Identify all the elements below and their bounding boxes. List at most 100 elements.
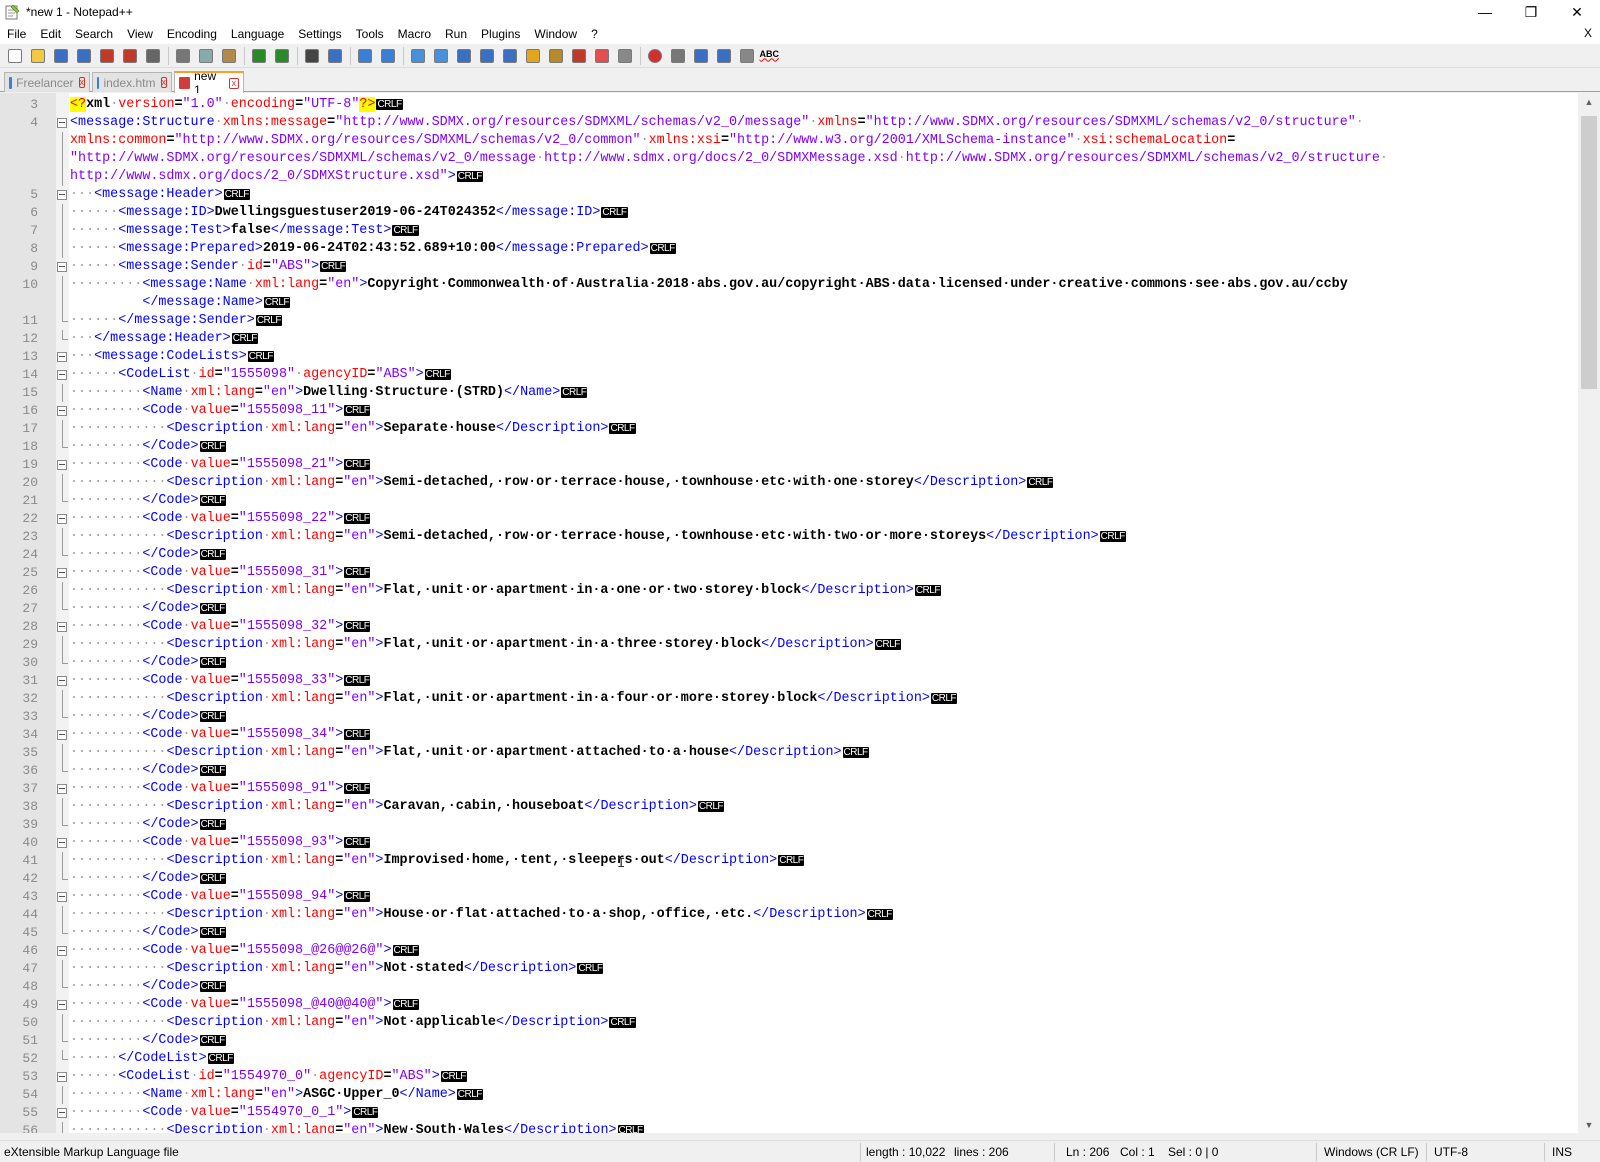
line-number: 34 <box>22 727 38 742</box>
menu-language[interactable]: Language <box>224 27 291 41</box>
paste-button[interactable] <box>218 45 239 66</box>
menu-edit[interactable]: Edit <box>33 27 68 41</box>
save-all-button[interactable] <box>73 45 94 66</box>
doc-map-button[interactable] <box>545 45 566 66</box>
token: ············ <box>70 421 167 436</box>
fold-end-marker <box>62 1032 68 1042</box>
token: Flat,·unit·or·apartment·in·a·three·store… <box>383 637 762 652</box>
line-text: ·········</Code> CRLF <box>70 438 226 456</box>
eol-marker: CRLF <box>344 513 371 524</box>
fold-toggle-icon[interactable] <box>57 118 67 128</box>
save-macro-button[interactable] <box>736 45 757 66</box>
word-wrap-button[interactable] <box>453 45 474 66</box>
menu-help[interactable]: ? <box>584 27 605 41</box>
menu-run[interactable]: Run <box>438 27 474 41</box>
maximize-button[interactable]: ❐ <box>1508 0 1554 24</box>
scrollbar-thumb[interactable] <box>1581 116 1597 389</box>
vertical-scrollbar[interactable]: ▲ ▼ <box>1578 93 1600 1133</box>
fold-toggle-icon[interactable] <box>57 190 67 200</box>
fold-toggle-icon[interactable] <box>57 1000 67 1010</box>
find-button[interactable] <box>301 45 322 66</box>
fold-toggle-icon[interactable] <box>57 406 67 416</box>
scroll-down-icon[interactable]: ▼ <box>1578 1116 1600 1133</box>
saved-file-icon <box>9 76 13 89</box>
folder-workspace-button[interactable] <box>591 45 612 66</box>
tab-close-icon[interactable]: x <box>78 77 85 88</box>
fold-toggle-icon[interactable] <box>57 1072 67 1082</box>
save-button[interactable] <box>50 45 71 66</box>
sync-horizontal-button[interactable] <box>430 45 451 66</box>
menu-encoding[interactable]: Encoding <box>160 27 224 41</box>
monitoring-button[interactable] <box>614 45 635 66</box>
open-file-button[interactable] <box>27 45 48 66</box>
menu-search[interactable]: Search <box>68 27 120 41</box>
fold-toggle-icon[interactable] <box>57 1108 67 1118</box>
zoom-out-button[interactable] <box>377 45 398 66</box>
menu-view[interactable]: View <box>120 27 160 41</box>
code-editor[interactable]: 3 <?xml·version="1.0"·encoding="UTF-8"?> C… <box>0 93 1600 1133</box>
cut-button[interactable] <box>172 45 193 66</box>
function-list-button[interactable] <box>568 45 589 66</box>
run-macro-multiple-button[interactable] <box>713 45 734 66</box>
fold-toggle-icon[interactable] <box>57 514 67 524</box>
zoom-in-button[interactable] <box>354 45 375 66</box>
fold-toggle-icon[interactable] <box>57 352 67 362</box>
menu-tools[interactable]: Tools <box>349 27 391 41</box>
replace-button[interactable] <box>324 45 345 66</box>
record-macro-button[interactable] <box>644 45 665 66</box>
fold-toggle-icon[interactable] <box>57 460 67 470</box>
status-selection: Sel : 0 | 0 <box>1168 1145 1219 1159</box>
saved-file-icon <box>97 76 100 89</box>
new-file-button[interactable] <box>4 45 25 66</box>
close-window-button[interactable]: ✕ <box>1554 0 1600 24</box>
close-button[interactable] <box>96 45 117 66</box>
scroll-up-icon[interactable]: ▲ <box>1578 93 1600 110</box>
line-text: ············<Description·xml:lang="en">F… <box>70 744 869 762</box>
menu-macro[interactable]: Macro <box>391 27 438 41</box>
token: </Description> <box>664 853 778 868</box>
fold-toggle-icon[interactable] <box>57 568 67 578</box>
close-document-button[interactable]: X <box>1584 26 1592 40</box>
stop-macro-button[interactable] <box>667 45 688 66</box>
fold-toggle-icon[interactable] <box>57 838 67 848</box>
tab-new-1[interactable]: new 1 x <box>174 69 244 97</box>
tab-freelancer[interactable]: Freelancer x <box>4 72 90 92</box>
token: Flat,·unit·or·apartment·in·a·four·or·mor… <box>383 691 818 706</box>
token: ········· <box>70 619 143 634</box>
print-button[interactable] <box>142 45 163 66</box>
indent-guide-button[interactable] <box>499 45 520 66</box>
user-defined-button[interactable] <box>522 45 543 66</box>
tab-index-htm[interactable]: index.htm x <box>92 72 172 92</box>
token: "en" <box>343 583 376 598</box>
eol-marker: CRLF <box>199 657 226 668</box>
fold-toggle-icon[interactable] <box>57 676 67 686</box>
redo-button[interactable] <box>271 45 292 66</box>
fold-toggle-icon[interactable] <box>57 946 67 956</box>
spell-check-button[interactable]: ABC <box>759 45 780 66</box>
fold-toggle-icon[interactable] <box>57 262 67 272</box>
play-macro-button[interactable] <box>690 45 711 66</box>
copy-button[interactable] <box>195 45 216 66</box>
fold-toggle-icon[interactable] <box>57 622 67 632</box>
token: <message:Structure <box>70 115 215 130</box>
menu-settings[interactable]: Settings <box>291 27 348 41</box>
undo-button[interactable] <box>248 45 269 66</box>
token: ········· <box>70 835 143 850</box>
tab-close-icon[interactable]: x <box>160 77 167 88</box>
minimize-button[interactable]: — <box>1462 0 1508 24</box>
sync-vertical-button[interactable] <box>407 45 428 66</box>
fold-toggle-icon[interactable] <box>57 892 67 902</box>
menu-window[interactable]: Window <box>527 27 584 41</box>
menu-plugins[interactable]: Plugins <box>474 27 527 41</box>
fold-toggle-icon[interactable] <box>57 784 67 794</box>
fold-toggle-icon[interactable] <box>57 370 67 380</box>
tab-close-icon[interactable]: x <box>228 77 239 89</box>
menu-file[interactable]: File <box>0 27 33 41</box>
close-all-button[interactable] <box>119 45 140 66</box>
show-all-chars-button[interactable] <box>476 45 497 66</box>
fold-toggle-icon[interactable] <box>57 730 67 740</box>
fold-line <box>62 420 63 438</box>
eol-marker: CRLF <box>344 783 371 794</box>
token: = <box>254 1087 263 1102</box>
save-icon <box>53 48 68 63</box>
